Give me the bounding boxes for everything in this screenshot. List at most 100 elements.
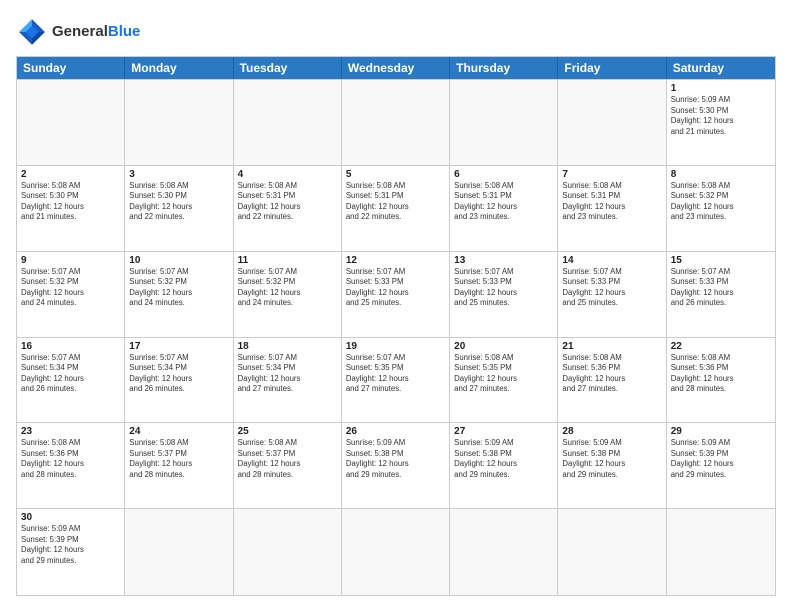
cell-info: Sunrise: 5:09 AM Sunset: 5:38 PM Dayligh…	[346, 438, 445, 480]
page: GeneralBlue SundayMondayTuesdayWednesday…	[0, 0, 792, 612]
day-header-wednesday: Wednesday	[342, 57, 450, 79]
cell-info: Sunrise: 5:08 AM Sunset: 5:32 PM Dayligh…	[671, 181, 771, 223]
cell-info: Sunrise: 5:07 AM Sunset: 5:33 PM Dayligh…	[562, 267, 661, 309]
cell-info: Sunrise: 5:07 AM Sunset: 5:35 PM Dayligh…	[346, 353, 445, 395]
cell-info: Sunrise: 5:08 AM Sunset: 5:31 PM Dayligh…	[454, 181, 553, 223]
day-number: 23	[21, 426, 120, 437]
logo-text: GeneralBlue	[52, 24, 140, 41]
cell-day-4: 4Sunrise: 5:08 AM Sunset: 5:31 PM Daylig…	[234, 166, 342, 252]
cell-info: Sunrise: 5:07 AM Sunset: 5:32 PM Dayligh…	[129, 267, 228, 309]
day-number: 12	[346, 255, 445, 266]
header: GeneralBlue	[16, 16, 776, 48]
cell-day-5: 5Sunrise: 5:08 AM Sunset: 5:31 PM Daylig…	[342, 166, 450, 252]
day-header-sunday: Sunday	[17, 57, 125, 79]
logo-icon	[16, 16, 48, 48]
cell-day-13: 13Sunrise: 5:07 AM Sunset: 5:33 PM Dayli…	[450, 252, 558, 338]
cell-info: Sunrise: 5:08 AM Sunset: 5:30 PM Dayligh…	[129, 181, 228, 223]
cell-info: Sunrise: 5:08 AM Sunset: 5:37 PM Dayligh…	[129, 438, 228, 480]
cell-empty	[125, 509, 233, 595]
day-number: 2	[21, 169, 120, 180]
calendar-grid: 1Sunrise: 5:09 AM Sunset: 5:30 PM Daylig…	[17, 79, 775, 595]
cell-day-25: 25Sunrise: 5:08 AM Sunset: 5:37 PM Dayli…	[234, 423, 342, 509]
day-number: 17	[129, 341, 228, 352]
day-number: 27	[454, 426, 553, 437]
cell-empty	[450, 80, 558, 166]
cell-info: Sunrise: 5:08 AM Sunset: 5:31 PM Dayligh…	[238, 181, 337, 223]
day-number: 10	[129, 255, 228, 266]
day-number: 11	[238, 255, 337, 266]
logo: GeneralBlue	[16, 16, 140, 48]
day-number: 14	[562, 255, 661, 266]
day-number: 3	[129, 169, 228, 180]
day-number: 24	[129, 426, 228, 437]
cell-day-2: 2Sunrise: 5:08 AM Sunset: 5:30 PM Daylig…	[17, 166, 125, 252]
cell-day-15: 15Sunrise: 5:07 AM Sunset: 5:33 PM Dayli…	[667, 252, 775, 338]
cell-day-18: 18Sunrise: 5:07 AM Sunset: 5:34 PM Dayli…	[234, 338, 342, 424]
cell-info: Sunrise: 5:07 AM Sunset: 5:32 PM Dayligh…	[21, 267, 120, 309]
day-header-tuesday: Tuesday	[234, 57, 342, 79]
cell-day-10: 10Sunrise: 5:07 AM Sunset: 5:32 PM Dayli…	[125, 252, 233, 338]
day-number: 20	[454, 341, 553, 352]
day-number: 30	[21, 512, 120, 523]
cell-day-17: 17Sunrise: 5:07 AM Sunset: 5:34 PM Dayli…	[125, 338, 233, 424]
day-headers: SundayMondayTuesdayWednesdayThursdayFrid…	[17, 57, 775, 79]
day-number: 19	[346, 341, 445, 352]
day-number: 21	[562, 341, 661, 352]
cell-empty	[450, 509, 558, 595]
day-number: 4	[238, 169, 337, 180]
cell-info: Sunrise: 5:07 AM Sunset: 5:33 PM Dayligh…	[454, 267, 553, 309]
cell-day-6: 6Sunrise: 5:08 AM Sunset: 5:31 PM Daylig…	[450, 166, 558, 252]
cell-info: Sunrise: 5:09 AM Sunset: 5:38 PM Dayligh…	[562, 438, 661, 480]
cell-day-19: 19Sunrise: 5:07 AM Sunset: 5:35 PM Dayli…	[342, 338, 450, 424]
cell-day-14: 14Sunrise: 5:07 AM Sunset: 5:33 PM Dayli…	[558, 252, 666, 338]
cell-info: Sunrise: 5:08 AM Sunset: 5:30 PM Dayligh…	[21, 181, 120, 223]
day-number: 5	[346, 169, 445, 180]
day-number: 8	[671, 169, 771, 180]
cell-day-11: 11Sunrise: 5:07 AM Sunset: 5:32 PM Dayli…	[234, 252, 342, 338]
day-header-monday: Monday	[125, 57, 233, 79]
day-number: 22	[671, 341, 771, 352]
cell-info: Sunrise: 5:07 AM Sunset: 5:34 PM Dayligh…	[238, 353, 337, 395]
cell-info: Sunrise: 5:07 AM Sunset: 5:34 PM Dayligh…	[129, 353, 228, 395]
cell-info: Sunrise: 5:08 AM Sunset: 5:31 PM Dayligh…	[346, 181, 445, 223]
cell-day-24: 24Sunrise: 5:08 AM Sunset: 5:37 PM Dayli…	[125, 423, 233, 509]
day-header-friday: Friday	[558, 57, 666, 79]
cell-day-30: 30Sunrise: 5:09 AM Sunset: 5:39 PM Dayli…	[17, 509, 125, 595]
cell-info: Sunrise: 5:09 AM Sunset: 5:39 PM Dayligh…	[671, 438, 771, 480]
cell-info: Sunrise: 5:08 AM Sunset: 5:36 PM Dayligh…	[21, 438, 120, 480]
day-number: 15	[671, 255, 771, 266]
cell-empty	[558, 509, 666, 595]
cell-info: Sunrise: 5:09 AM Sunset: 5:39 PM Dayligh…	[21, 524, 120, 566]
calendar: SundayMondayTuesdayWednesdayThursdayFrid…	[16, 56, 776, 596]
cell-info: Sunrise: 5:08 AM Sunset: 5:35 PM Dayligh…	[454, 353, 553, 395]
day-header-thursday: Thursday	[450, 57, 558, 79]
cell-info: Sunrise: 5:07 AM Sunset: 5:33 PM Dayligh…	[346, 267, 445, 309]
cell-day-23: 23Sunrise: 5:08 AM Sunset: 5:36 PM Dayli…	[17, 423, 125, 509]
cell-info: Sunrise: 5:08 AM Sunset: 5:36 PM Dayligh…	[562, 353, 661, 395]
cell-empty	[558, 80, 666, 166]
day-number: 28	[562, 426, 661, 437]
cell-empty	[234, 509, 342, 595]
cell-empty	[234, 80, 342, 166]
day-number: 13	[454, 255, 553, 266]
cell-day-26: 26Sunrise: 5:09 AM Sunset: 5:38 PM Dayli…	[342, 423, 450, 509]
day-header-saturday: Saturday	[667, 57, 775, 79]
day-number: 16	[21, 341, 120, 352]
cell-info: Sunrise: 5:08 AM Sunset: 5:31 PM Dayligh…	[562, 181, 661, 223]
cell-empty	[667, 509, 775, 595]
day-number: 25	[238, 426, 337, 437]
day-number: 6	[454, 169, 553, 180]
day-number: 7	[562, 169, 661, 180]
cell-info: Sunrise: 5:07 AM Sunset: 5:33 PM Dayligh…	[671, 267, 771, 309]
cell-day-27: 27Sunrise: 5:09 AM Sunset: 5:38 PM Dayli…	[450, 423, 558, 509]
cell-info: Sunrise: 5:07 AM Sunset: 5:32 PM Dayligh…	[238, 267, 337, 309]
day-number: 29	[671, 426, 771, 437]
cell-day-28: 28Sunrise: 5:09 AM Sunset: 5:38 PM Dayli…	[558, 423, 666, 509]
cell-info: Sunrise: 5:09 AM Sunset: 5:38 PM Dayligh…	[454, 438, 553, 480]
cell-day-9: 9Sunrise: 5:07 AM Sunset: 5:32 PM Daylig…	[17, 252, 125, 338]
day-number: 1	[671, 83, 771, 94]
cell-info: Sunrise: 5:08 AM Sunset: 5:37 PM Dayligh…	[238, 438, 337, 480]
cell-info: Sunrise: 5:09 AM Sunset: 5:30 PM Dayligh…	[671, 95, 771, 137]
cell-day-3: 3Sunrise: 5:08 AM Sunset: 5:30 PM Daylig…	[125, 166, 233, 252]
cell-day-12: 12Sunrise: 5:07 AM Sunset: 5:33 PM Dayli…	[342, 252, 450, 338]
